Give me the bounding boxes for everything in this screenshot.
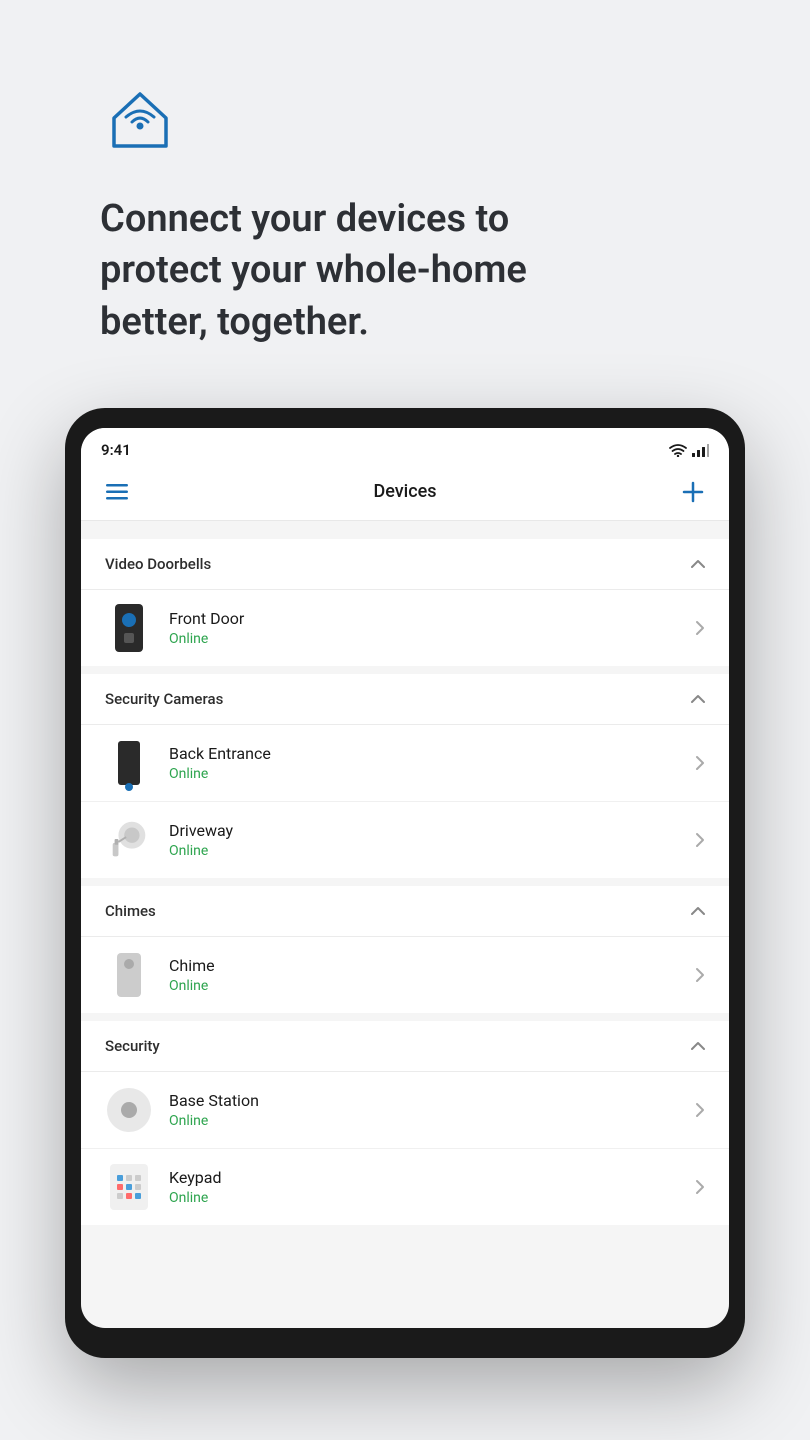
device-status-driveway: Online bbox=[169, 843, 695, 859]
device-name-base-station: Base Station bbox=[169, 1091, 695, 1110]
keypad-device-icon bbox=[110, 1164, 148, 1210]
section-header-security[interactable]: Security bbox=[81, 1021, 729, 1072]
phone-frame: 9:41 bbox=[65, 408, 745, 1358]
section-header-video-doorbells[interactable]: Video Doorbells bbox=[81, 539, 729, 590]
section-security: Security Base Station Online bbox=[81, 1021, 729, 1225]
hero-section: Connect your devices to protect your who… bbox=[0, 0, 810, 408]
doorbell-device-icon bbox=[115, 604, 143, 652]
chevron-right-icon-2 bbox=[695, 755, 705, 771]
section-security-cameras: Security Cameras Back Entrance Online bbox=[81, 674, 729, 878]
nav-bar: Devices bbox=[81, 468, 729, 521]
signal-status-icon bbox=[691, 443, 709, 457]
hero-tagline: Connect your devices to protect your who… bbox=[100, 194, 620, 348]
menu-button[interactable] bbox=[101, 476, 133, 508]
device-item-front-door[interactable]: Front Door Online bbox=[81, 590, 729, 666]
brand-logo-icon bbox=[100, 80, 180, 160]
base-station-device-icon bbox=[107, 1088, 151, 1132]
phone-mockup: 9:41 bbox=[65, 408, 745, 1358]
device-status-front-door: Online bbox=[169, 631, 695, 647]
chevron-up-icon bbox=[691, 559, 705, 569]
add-device-button[interactable] bbox=[677, 476, 709, 508]
device-name-back-entrance: Back Entrance bbox=[169, 744, 695, 763]
device-status-back-entrance: Online bbox=[169, 766, 695, 782]
chevron-right-icon-6 bbox=[695, 1179, 705, 1195]
status-time: 9:41 bbox=[101, 441, 131, 459]
device-item-back-entrance[interactable]: Back Entrance Online bbox=[81, 725, 729, 802]
section-chimes: Chimes Chime Online bbox=[81, 886, 729, 1013]
section-title-security-cameras: Security Cameras bbox=[105, 690, 223, 708]
device-name-keypad: Keypad bbox=[169, 1168, 695, 1187]
section-header-chimes[interactable]: Chimes bbox=[81, 886, 729, 937]
section-title-chimes: Chimes bbox=[105, 902, 156, 920]
section-title-security: Security bbox=[105, 1037, 160, 1055]
chevron-up-icon-2 bbox=[691, 694, 705, 704]
device-item-base-station[interactable]: Base Station Online bbox=[81, 1072, 729, 1149]
device-item-keypad[interactable]: Keypad Online bbox=[81, 1149, 729, 1225]
chevron-right-icon bbox=[695, 620, 705, 636]
device-status-base-station: Online bbox=[169, 1113, 695, 1129]
status-bar: 9:41 bbox=[81, 428, 729, 468]
section-title-video-doorbells: Video Doorbells bbox=[105, 555, 211, 573]
section-video-doorbells: Video Doorbells Front Door Online bbox=[81, 539, 729, 666]
status-icons bbox=[669, 443, 709, 457]
device-name-driveway: Driveway bbox=[169, 821, 695, 840]
phone-screen: 9:41 bbox=[81, 428, 729, 1328]
chevron-up-icon-3 bbox=[691, 906, 705, 916]
devices-content: Video Doorbells Front Door Online bbox=[81, 521, 729, 1243]
device-item-chime[interactable]: Chime Online bbox=[81, 937, 729, 1013]
chime-device-icon bbox=[117, 953, 141, 997]
camera-stick-icon bbox=[118, 741, 140, 785]
device-item-driveway[interactable]: Driveway Online bbox=[81, 802, 729, 878]
device-name-chime: Chime bbox=[169, 956, 695, 975]
chevron-right-icon-3 bbox=[695, 832, 705, 848]
device-name-front-door: Front Door bbox=[169, 609, 695, 628]
chevron-up-icon-4 bbox=[691, 1041, 705, 1051]
chevron-right-icon-5 bbox=[695, 1102, 705, 1118]
wifi-status-icon bbox=[669, 443, 687, 457]
device-status-chime: Online bbox=[169, 978, 695, 994]
chevron-right-icon-4 bbox=[695, 967, 705, 983]
section-header-security-cameras[interactable]: Security Cameras bbox=[81, 674, 729, 725]
page-title: Devices bbox=[373, 481, 436, 502]
spotlight-cam-icon bbox=[105, 815, 153, 865]
device-status-keypad: Online bbox=[169, 1190, 695, 1206]
